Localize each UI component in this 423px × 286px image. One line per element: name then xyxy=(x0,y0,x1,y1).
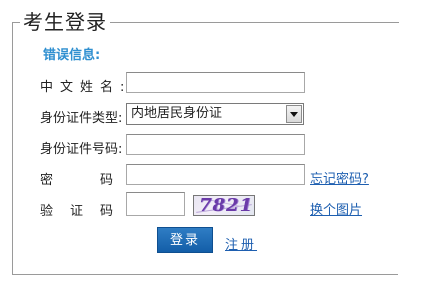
captcha-image-text: 7821 xyxy=(199,195,254,216)
register-link[interactable]: 注册 xyxy=(225,234,257,253)
id-number-label: 身份证件号码: xyxy=(40,142,123,157)
forgot-password-link[interactable]: 忘记密码? xyxy=(310,168,369,187)
change-image-link[interactable]: 换个图片 xyxy=(310,199,362,218)
captcha-image[interactable]: 7821 xyxy=(193,195,255,216)
chevron-down-icon[interactable] xyxy=(286,105,302,123)
id-type-label: 身份证件类型: xyxy=(40,111,123,126)
password-input[interactable] xyxy=(126,164,305,185)
id-type-selected-value: 内地居民身份证 xyxy=(131,106,223,121)
fieldset-bottom-border xyxy=(12,274,398,275)
error-message-label: 错误信息: xyxy=(43,48,101,63)
login-button[interactable]: 登录 xyxy=(157,227,213,253)
id-type-select[interactable]: 内地居民身份证 xyxy=(126,103,304,125)
name-label: 中文姓名: xyxy=(40,80,132,95)
name-input[interactable] xyxy=(126,72,305,93)
captcha-input[interactable] xyxy=(126,192,185,216)
id-number-input[interactable] xyxy=(126,134,305,155)
form-title: 考生登录 xyxy=(20,8,110,36)
